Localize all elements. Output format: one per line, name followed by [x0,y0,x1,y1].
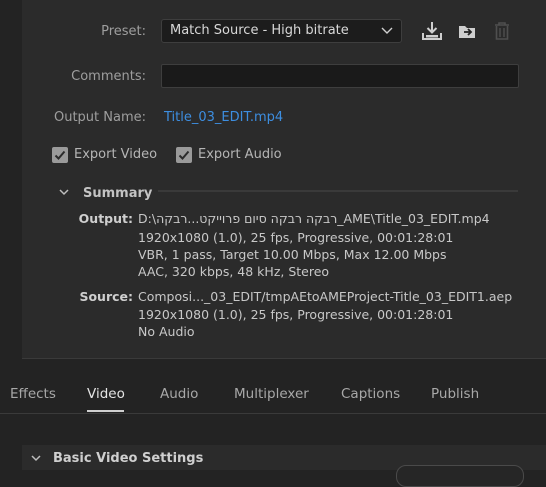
output-name-label: Output Name: [53,110,146,125]
summary-title: Summary [83,186,153,201]
match-source-button[interactable] [396,465,524,487]
summary-source-path: Composi..._03_EDIT/tmpAEtoAMEProject-Tit… [138,289,513,304]
summary-output-bitrate: VBR, 1 pass, Target 10.00 Mbps, Max 12.0… [138,247,447,262]
tab-effects[interactable]: Effects [10,386,56,402]
comments-label: Comments: [71,69,146,84]
comments-field[interactable] [161,64,519,88]
export-video-checkbox[interactable] [52,147,68,163]
export-audio-label: Export Audio [198,147,282,162]
summary-output-path: D:\רבקה רבקה סיום פרוייקט...רבקה_AME\Tit… [138,211,490,226]
summary-collapse-chevron-icon[interactable] [58,186,70,202]
tab-captions[interactable]: Captions [341,386,400,402]
checkmark-icon [54,150,66,160]
basic-video-settings-title: Basic Video Settings [53,451,204,466]
summary-source-audio: No Audio [138,324,195,339]
output-name-link[interactable]: Title_03_EDIT.mp4 [164,110,283,125]
tab-publish[interactable]: Publish [431,386,479,402]
preset-dropdown[interactable]: Match Source - High bitrate [161,19,402,43]
export-video-label: Export Video [74,147,158,162]
settings-tabs: Effects Video Audio Multiplexer Captions… [0,386,546,414]
chevron-down-icon [381,20,393,50]
summary-output-label: Output: [78,211,133,226]
save-preset-icon[interactable] [421,20,443,46]
checkmark-icon [178,150,190,160]
preset-dropdown-value: Match Source - High bitrate [170,23,349,38]
summary-source-video: 1920x1080 (1.0), 25 fps, Progressive, 00… [138,307,454,322]
summary-output-video: 1920x1080 (1.0), 25 fps, Progressive, 00… [138,230,454,245]
tabs-divider [0,413,546,414]
export-audio-checkbox[interactable] [176,147,192,163]
section-collapse-chevron-icon[interactable] [30,452,42,468]
summary-output-audio: AAC, 320 kbps, 48 kHz, Stereo [138,264,330,279]
tab-video[interactable]: Video [87,386,125,402]
preset-label: Preset: [101,24,146,39]
summary-source-label: Source: [79,289,133,304]
tab-multiplexer[interactable]: Multiplexer [234,386,309,402]
summary-divider [158,190,518,192]
import-preset-icon[interactable] [456,20,478,46]
active-tab-indicator [87,410,124,412]
delete-preset-icon[interactable] [492,20,512,46]
tab-audio[interactable]: Audio [160,386,198,402]
